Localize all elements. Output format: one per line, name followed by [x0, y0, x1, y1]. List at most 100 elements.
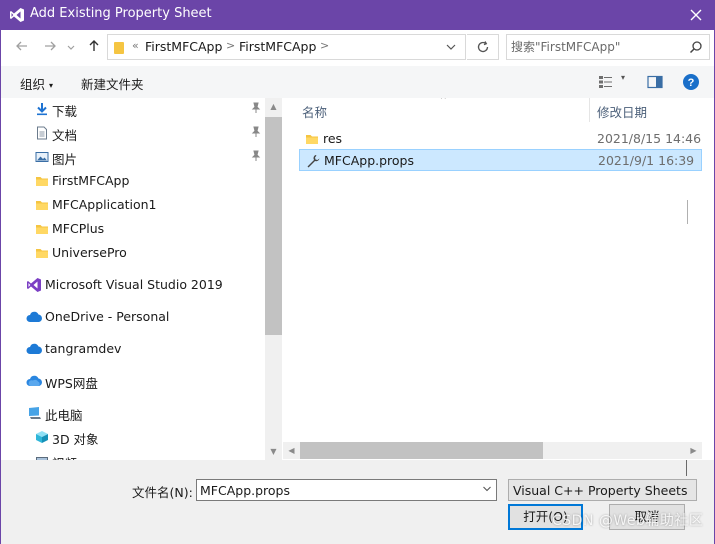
- folder-icon: [114, 42, 124, 54]
- navigation-pane: 下载 文档 图片 FirstMFCApp MFCApplication1 MFC…: [1, 98, 265, 460]
- nav-item-this-pc[interactable]: 此电脑: [1, 402, 265, 424]
- nav-item-pictures[interactable]: 图片: [1, 146, 265, 168]
- nav-item-label: OneDrive - Personal: [45, 309, 170, 324]
- nav-item-label: tangramdev: [45, 341, 122, 356]
- nav-item-label: 图片: [52, 152, 78, 167]
- nav-item-label: Microsoft Visual Studio 2019: [45, 277, 223, 292]
- column-header-name[interactable]: 名称: [302, 102, 327, 121]
- address-bar[interactable]: « FirstMFCApp > FirstMFCApp >: [107, 34, 466, 60]
- refresh-button[interactable]: [467, 34, 499, 60]
- cloud-icon: [26, 311, 42, 322]
- search-icon[interactable]: [689, 40, 703, 54]
- file-type-value: Visual C++ Property Sheets (*: [513, 483, 689, 498]
- pin-icon[interactable]: [250, 102, 262, 114]
- nav-item-wps-cloud[interactable]: WPS网盘: [1, 370, 265, 392]
- view-dropdown-arrow[interactable]: ▾: [621, 73, 625, 82]
- nav-item-onedrive[interactable]: OneDrive - Personal: [1, 306, 265, 328]
- window-title: Add Existing Property Sheet: [30, 6, 212, 21]
- organize-menu[interactable]: 组织 ▾: [20, 74, 53, 93]
- scroll-indicator: [687, 200, 688, 224]
- filename-input[interactable]: [200, 482, 470, 498]
- filename-combobox[interactable]: [196, 479, 497, 501]
- resize-grip[interactable]: [686, 460, 687, 476]
- cancel-button[interactable]: 取消: [609, 504, 685, 530]
- nav-item-label: WPS网盘: [45, 376, 98, 391]
- command-bar: 组织 ▾ 新建文件夹 ▾ ?: [1, 66, 714, 98]
- nav-item-firstmfcapp[interactable]: FirstMFCApp: [1, 170, 265, 192]
- chevron-down-icon: [67, 45, 75, 50]
- nav-item-tangramdev[interactable]: tangramdev: [1, 338, 265, 360]
- arrow-up-icon: [89, 40, 99, 51]
- folder-icon: [36, 225, 48, 234]
- nav-item-videos[interactable]: 视频: [1, 450, 265, 460]
- search-input[interactable]: [511, 38, 681, 56]
- hscroll-right-icon[interactable]: ▶: [685, 442, 702, 459]
- pictures-icon: [35, 152, 49, 162]
- hscroll-thumb[interactable]: [300, 442, 543, 459]
- open-button[interactable]: 打开(O): [508, 504, 583, 530]
- search-box[interactable]: [506, 34, 710, 60]
- pin-icon[interactable]: [250, 150, 262, 162]
- pin-icon[interactable]: [250, 126, 262, 138]
- nav-item-visual-studio[interactable]: Microsoft Visual Studio 2019: [1, 274, 265, 296]
- sort-ascending-icon: ^: [440, 98, 447, 104]
- computer-icon: [29, 407, 41, 419]
- wrench-icon: [307, 155, 320, 168]
- nav-scrollbar-thumb[interactable]: [265, 117, 282, 335]
- folder-icon: [36, 177, 48, 186]
- download-icon: [37, 103, 47, 116]
- chevron-down-icon[interactable]: [445, 40, 457, 54]
- folder-icon: [36, 201, 48, 210]
- overflow-chevron[interactable]: «: [132, 39, 139, 52]
- nav-scroll-down-icon[interactable]: ▼: [265, 443, 282, 460]
- view-options-icon[interactable]: [597, 73, 615, 91]
- nav-item-downloads[interactable]: 下载: [1, 98, 265, 120]
- up-button[interactable]: [85, 39, 103, 57]
- recent-dropdown[interactable]: [65, 39, 77, 57]
- nav-item-universepro[interactable]: UniversePro: [1, 242, 265, 264]
- forward-button[interactable]: [41, 39, 59, 57]
- organize-label: 组织: [20, 77, 46, 92]
- file-date: 2021/8/15 14:46: [597, 131, 702, 146]
- arrow-left-icon: [16, 41, 27, 51]
- visual-studio-icon: [10, 8, 24, 22]
- file-type-select[interactable]: Visual C++ Property Sheets (*: [508, 479, 697, 501]
- nav-item-label: MFCApplication1: [52, 197, 157, 212]
- filename-label: 文件名(N):: [132, 485, 193, 500]
- visual-studio-icon: [27, 278, 41, 292]
- nav-item-mfcplus[interactable]: MFCPlus: [1, 218, 265, 240]
- hscroll-left-icon[interactable]: ◀: [283, 442, 300, 459]
- nav-scroll-up-icon[interactable]: ▲: [265, 98, 282, 115]
- file-list: ^ 名称 修改日期 res 2021/8/15 14:46 MFCApp.pro…: [283, 98, 702, 442]
- folder-icon: [306, 135, 318, 144]
- nav-item-label: UniversePro: [52, 245, 127, 260]
- nav-item-label: 3D 对象: [52, 432, 99, 447]
- new-folder-button[interactable]: 新建文件夹: [81, 74, 144, 93]
- column-divider[interactable]: [589, 98, 590, 122]
- nav-item-label: MFCPlus: [52, 221, 105, 236]
- file-list-vscroll[interactable]: [702, 98, 714, 442]
- nav-item-documents[interactable]: 文档: [1, 122, 265, 144]
- file-row[interactable]: res 2021/8/15 14:46: [299, 128, 702, 150]
- svg-text:?: ?: [688, 77, 695, 89]
- breadcrumb-item[interactable]: FirstMFCApp: [145, 39, 222, 54]
- folder-icon: [36, 249, 48, 258]
- arrow-right-icon: [45, 41, 56, 51]
- file-row-selected[interactable]: MFCApp.props 2021/9/1 16:39: [299, 149, 702, 171]
- back-button[interactable]: [13, 39, 31, 57]
- nav-item-label: 此电脑: [45, 408, 83, 423]
- nav-item-label: 文档: [52, 128, 78, 143]
- column-header-modified[interactable]: 修改日期: [597, 102, 647, 121]
- title-bar: Add Existing Property Sheet: [0, 0, 715, 30]
- nav-item-3d-objects[interactable]: 3D 对象: [1, 426, 265, 448]
- close-icon[interactable]: [687, 6, 705, 24]
- preview-pane-icon[interactable]: [646, 73, 664, 91]
- nav-item-mfcapplication1[interactable]: MFCApplication1: [1, 194, 265, 216]
- chevron-down-icon[interactable]: [482, 483, 492, 495]
- breadcrumb-separator: >: [226, 39, 236, 52]
- file-date: 2021/9/1 16:39: [598, 153, 695, 168]
- breadcrumb-item[interactable]: FirstMFCApp: [239, 39, 316, 54]
- help-icon[interactable]: ?: [682, 73, 700, 91]
- dialog-footer: 文件名(N): Visual C++ Property Sheets (* 打开…: [1, 460, 714, 544]
- cloud-icon: [26, 375, 42, 386]
